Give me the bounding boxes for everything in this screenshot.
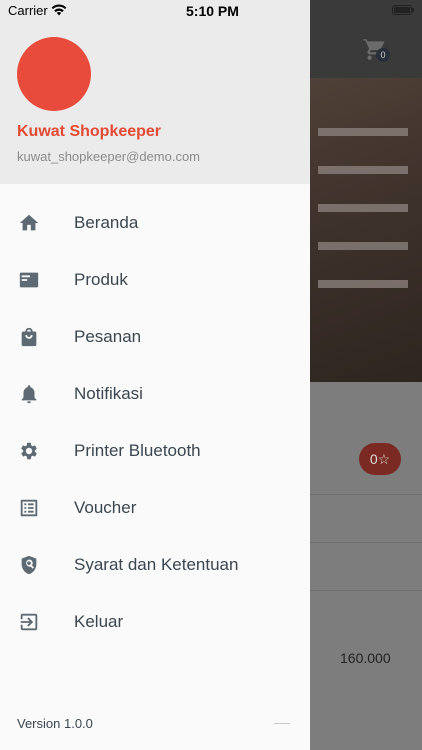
menu-item-label: Pesanan xyxy=(74,327,142,346)
divider xyxy=(310,494,422,495)
cart-count-badge: 0 xyxy=(376,48,390,62)
logout-icon xyxy=(20,613,38,631)
menu-item-label: Keluar xyxy=(74,612,124,631)
menu-item-label: Syarat dan Ketentuan xyxy=(74,555,239,574)
menu-item-printer-bluetooth[interactable]: Printer Bluetooth xyxy=(0,422,310,479)
menu-item-beranda[interactable]: Beranda xyxy=(0,194,310,251)
battery-icon xyxy=(392,5,414,15)
divider xyxy=(310,542,422,543)
wifi-icon xyxy=(51,4,67,16)
menu-item-label: Voucher xyxy=(74,498,137,517)
list-icon xyxy=(20,499,38,517)
menu-item-pesanan[interactable]: Pesanan xyxy=(0,308,310,365)
product-price: 160.000 xyxy=(340,650,391,666)
avatar[interactable] xyxy=(17,37,91,111)
app-version: Version 1.0.0 xyxy=(17,716,93,731)
navigation-drawer: Kuwat Shopkeeper kuwat_shopkeeper@demo.c… xyxy=(0,0,310,750)
menu-item-notifikasi[interactable]: Notifikasi xyxy=(0,365,310,422)
status-time: 5:10 PM xyxy=(186,3,239,19)
status-bar: Carrier 5:10 PM xyxy=(0,0,422,22)
product-card-icon xyxy=(19,272,39,288)
menu-item-label: Notifikasi xyxy=(74,384,143,403)
user-name: Kuwat Shopkeeper xyxy=(17,123,162,140)
divider xyxy=(274,723,290,724)
menu-item-label: Beranda xyxy=(74,213,139,232)
shopping-bag-icon xyxy=(21,327,37,347)
rating-badge: 0☆ xyxy=(359,443,401,475)
menu-item-produk[interactable]: Produk xyxy=(0,251,310,308)
drawer-menu: Beranda Produk Pesanan Notifikasi Printe… xyxy=(0,194,310,650)
drawer-header: Kuwat Shopkeeper kuwat_shopkeeper@demo.c… xyxy=(0,0,310,184)
home-icon xyxy=(19,214,39,231)
user-email: kuwat_shopkeeper@demo.com xyxy=(17,149,201,164)
carrier-label: Carrier xyxy=(8,3,48,18)
menu-item-label: Printer Bluetooth xyxy=(74,441,201,460)
menu-item-label: Produk xyxy=(74,270,128,289)
shield-search-icon xyxy=(21,555,37,575)
menu-item-keluar[interactable]: Keluar xyxy=(0,593,310,650)
bell-icon xyxy=(21,385,37,404)
menu-item-voucher[interactable]: Voucher xyxy=(0,479,310,536)
gear-icon xyxy=(21,442,37,460)
divider xyxy=(310,590,422,591)
menu-item-syarat-dan-ketentuan[interactable]: Syarat dan Ketentuan xyxy=(0,536,310,593)
